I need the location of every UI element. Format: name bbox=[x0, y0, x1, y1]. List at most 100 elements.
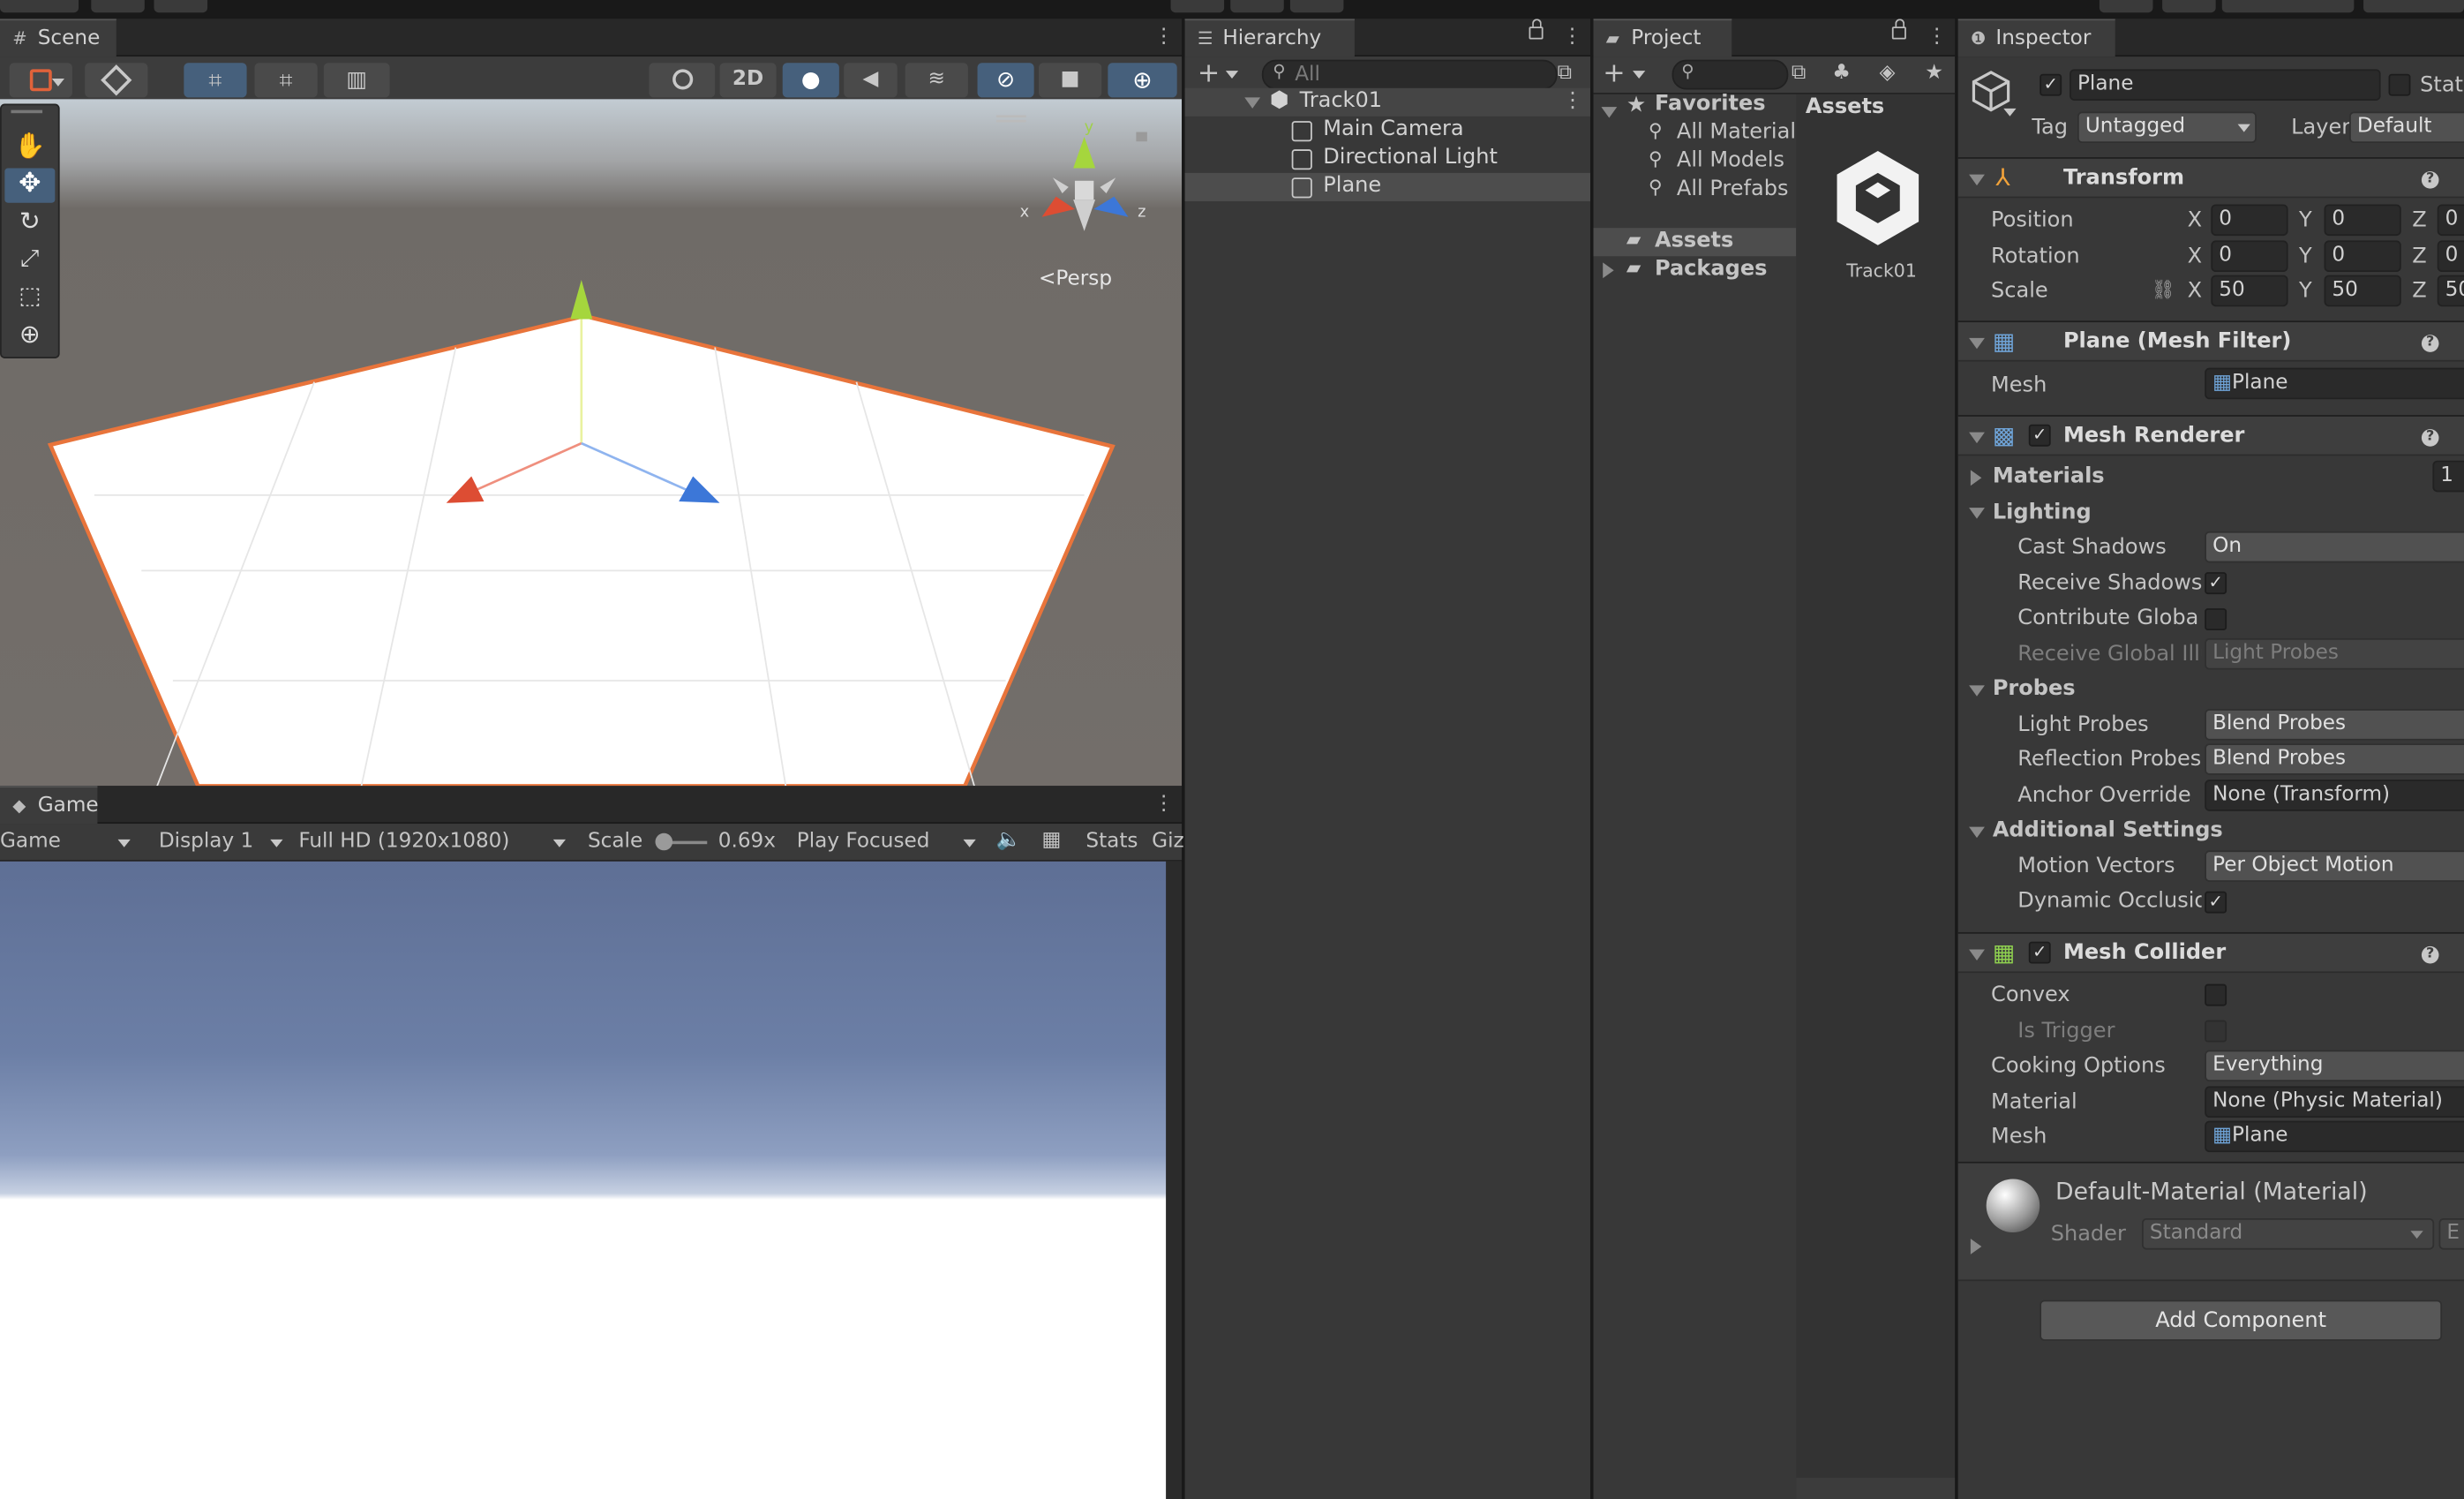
gizmos-toggle[interactable]: Giz bbox=[1152, 830, 1184, 854]
lighting-foldout[interactable]: Lighting bbox=[1993, 500, 2092, 524]
link-icon[interactable]: ⛓ bbox=[2152, 278, 2175, 300]
move-tool-icon[interactable]: ✥ bbox=[4, 168, 56, 203]
scale-slider-thumb[interactable] bbox=[655, 832, 673, 851]
hierarchy-menu-icon[interactable]: ⋮ bbox=[1562, 25, 1582, 49]
game-viewport[interactable] bbox=[0, 861, 1167, 1499]
expand-arrow-icon[interactable] bbox=[1969, 826, 1985, 839]
scale-z-field[interactable]: 50 bbox=[2437, 275, 2464, 307]
light-probes-dropdown[interactable]: Blend Probes bbox=[2205, 709, 2464, 741]
expand-arrow-icon[interactable] bbox=[1969, 685, 1985, 697]
tab-inspector[interactable]: ❶ Inspector bbox=[1957, 19, 2115, 57]
transform-tool-icon[interactable]: ⊕ bbox=[4, 319, 55, 353]
collider-material-field[interactable]: None (Physic Material) bbox=[2205, 1086, 2464, 1119]
resolution-dropdown[interactable]: Full HD (1920x1080) bbox=[298, 830, 509, 854]
lock-icon[interactable] bbox=[1529, 19, 1544, 40]
project-menu-icon[interactable]: ⋮ bbox=[1927, 25, 1947, 49]
collab-button[interactable] bbox=[154, 0, 208, 13]
account-button[interactable] bbox=[0, 0, 79, 13]
star-icon[interactable]: ★ bbox=[1925, 61, 1943, 85]
hierarchy-item-selected[interactable]: Plane bbox=[1184, 172, 1590, 201]
transform-header[interactable]: ⅄ Transform ? bbox=[1957, 157, 2464, 199]
game-scrollbar[interactable] bbox=[1166, 861, 1183, 1499]
render-mode-button[interactable] bbox=[85, 63, 148, 98]
mesh-filter-header[interactable]: ▦ Plane (Mesh Filter) ? bbox=[1957, 320, 2464, 362]
play-button[interactable] bbox=[1170, 0, 1225, 13]
layer-dropdown[interactable]: Default bbox=[2349, 111, 2464, 144]
additional-settings-foldout[interactable]: Additional Settings bbox=[1993, 817, 2223, 842]
hand-tool-icon[interactable]: ✋ bbox=[4, 131, 55, 165]
shader-edit-button[interactable]: E bbox=[2438, 1217, 2464, 1250]
rect-tool-icon[interactable]: ⬚ bbox=[4, 282, 55, 316]
display-dropdown[interactable]: Display 1 bbox=[159, 830, 253, 854]
tab-game[interactable]: ◆ Game bbox=[0, 786, 99, 825]
shader-dropdown[interactable]: Standard bbox=[2141, 1217, 2435, 1250]
view-select-dropdown[interactable]: Game bbox=[0, 830, 61, 854]
rotation-z-field[interactable]: 0 bbox=[2437, 240, 2464, 273]
orientation-button[interactable] bbox=[649, 63, 716, 98]
probes-foldout[interactable]: Probes bbox=[1993, 676, 2076, 701]
position-z-field[interactable]: 0 bbox=[2437, 204, 2464, 237]
stats-button[interactable]: Stats bbox=[1086, 830, 1138, 854]
expand-arrow-icon[interactable] bbox=[1603, 262, 1614, 279]
search-toolbar-button[interactable] bbox=[2162, 0, 2216, 13]
increment-snap-button[interactable]: ⌗ bbox=[254, 63, 318, 98]
step-button[interactable] bbox=[1289, 0, 1344, 13]
filter-icon[interactable]: ♣ bbox=[1832, 61, 1851, 85]
convex-checkbox[interactable] bbox=[2205, 983, 2227, 1006]
help-icon[interactable]: ? bbox=[2421, 335, 2439, 352]
hierarchy-search-input[interactable]: All bbox=[1261, 59, 1558, 90]
tag-dropdown[interactable]: Untagged bbox=[2077, 111, 2257, 144]
position-x-field[interactable]: 0 bbox=[2211, 204, 2288, 237]
unity-scene-icon[interactable] bbox=[1830, 147, 1925, 252]
tab-project[interactable]: ▰ Project bbox=[1593, 19, 1732, 57]
scene-row-menu-icon[interactable]: ⋮ bbox=[1562, 88, 1583, 113]
hidden-objects-toggle-button[interactable]: ⊘ bbox=[977, 63, 1034, 98]
mesh-collider-header[interactable]: ▦ ✓ Mesh Collider ? bbox=[1957, 931, 2464, 974]
rotate-tool-icon[interactable]: ↻ bbox=[4, 206, 55, 240]
dynamic-occlusion-checkbox[interactable]: ✓ bbox=[2205, 891, 2227, 914]
search-by-type-icon[interactable]: ⧉ bbox=[1792, 61, 1807, 85]
favorites-label[interactable]: Favorites bbox=[1655, 91, 1766, 116]
position-y-field[interactable]: 0 bbox=[2324, 204, 2401, 237]
mesh-renderer-enabled-checkbox[interactable]: ✓ bbox=[2028, 424, 2051, 447]
materials-foldout[interactable]: Materials bbox=[1993, 463, 2105, 488]
pause-button[interactable] bbox=[1230, 0, 1284, 13]
help-icon[interactable]: ? bbox=[2421, 945, 2439, 964]
hierarchy-item[interactable]: Directional Light bbox=[1185, 145, 1590, 173]
scale-y-field[interactable]: 50 bbox=[2324, 275, 2401, 307]
camera-settings-button[interactable]: ■ bbox=[1038, 63, 1102, 98]
hierarchy-item[interactable]: Main Camera bbox=[1185, 117, 1590, 145]
reflection-probes-dropdown[interactable]: Blend Probes bbox=[2205, 743, 2464, 775]
toolbar-extra-button[interactable]: ▥ bbox=[323, 63, 390, 98]
cloud-button[interactable] bbox=[91, 0, 145, 13]
expand-arrow-icon[interactable] bbox=[1970, 1239, 1982, 1254]
play-mode-dropdown[interactable]: Play Focused bbox=[797, 830, 930, 854]
contribute-gi-checkbox[interactable] bbox=[2205, 608, 2227, 631]
active-checkbox[interactable]: ✓ bbox=[2040, 73, 2062, 96]
tab-scene[interactable]: # Scene bbox=[0, 19, 116, 57]
favorite-item[interactable]: All Prefabs bbox=[1677, 176, 1789, 200]
static-checkbox[interactable] bbox=[2388, 73, 2411, 96]
cast-shadows-dropdown[interactable]: On bbox=[2205, 531, 2464, 563]
motion-vectors-dropdown[interactable]: Per Object Motion bbox=[2205, 850, 2464, 882]
scale-x-field[interactable]: 50 bbox=[2211, 275, 2288, 307]
favorite-item[interactable]: All Models bbox=[1677, 147, 1784, 172]
help-icon[interactable]: ? bbox=[2421, 429, 2439, 447]
palette-grip[interactable] bbox=[11, 109, 43, 114]
scene-visibility-icon[interactable]: ⧉ bbox=[1558, 61, 1573, 85]
speaker-icon[interactable]: 🔈 bbox=[996, 828, 1022, 852]
expand-arrow-icon[interactable] bbox=[1601, 107, 1618, 118]
favorite-item[interactable]: All Materials bbox=[1677, 119, 1807, 144]
add-icon[interactable]: + bbox=[1198, 58, 1220, 90]
scene-menu-icon[interactable]: ⋮ bbox=[1153, 25, 1174, 49]
grid-display-icon[interactable]: ▦ bbox=[1042, 828, 1062, 852]
rotation-x-field[interactable]: 0 bbox=[2211, 240, 2288, 273]
tab-hierarchy[interactable]: ☰ Hierarchy bbox=[1184, 19, 1355, 57]
scene-viewport[interactable]: y x z <Persp ✋ ✥ ↻ ⤢ ⬚ ⊕ bbox=[0, 99, 1183, 787]
mesh-collider-enabled-checkbox[interactable]: ✓ bbox=[2028, 941, 2051, 964]
help-icon[interactable]: ? bbox=[2421, 171, 2439, 189]
game-menu-icon[interactable]: ⋮ bbox=[1153, 792, 1174, 816]
rotation-y-field[interactable]: 0 bbox=[2324, 240, 2401, 273]
gizmos-button[interactable]: ⊕ bbox=[1108, 63, 1177, 98]
2d-toggle-button[interactable]: 2D bbox=[719, 63, 777, 98]
